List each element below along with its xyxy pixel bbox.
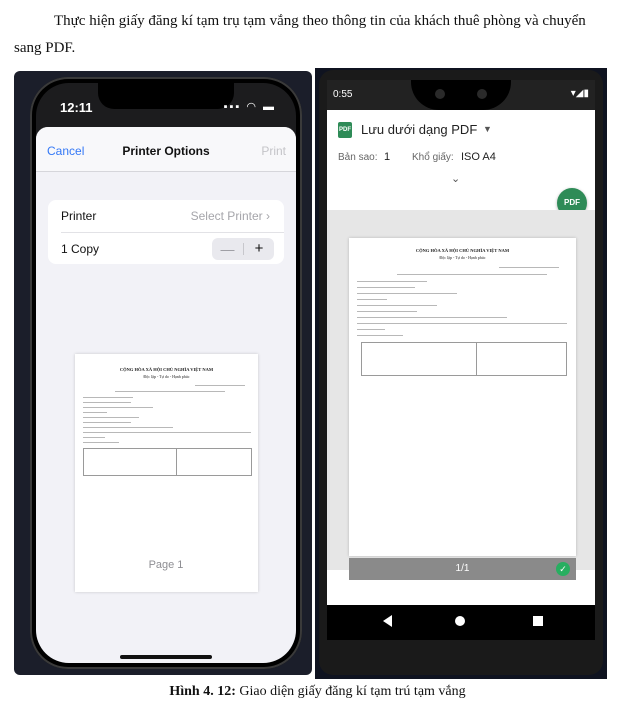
doc-heading: CỘNG HÒA XÃ HỘI CHỦ NGHĨA VIỆT NAM — [415, 248, 510, 253]
doc-table — [83, 448, 252, 476]
figure-caption: Hình 4. 12: Giao diện giấy đăng kí tạm t… — [0, 684, 635, 700]
print-preview-page[interactable]: CỘNG HÒA XÃ HỘI CHỦ NGHĨA VIỆT NAM Độc l… — [75, 354, 258, 592]
paper-size-value[interactable]: ISO A4 — [461, 151, 496, 163]
home-indicator — [120, 655, 212, 659]
expand-chevron-icon[interactable]: ⌄ — [451, 172, 460, 185]
android-frame: 0:55 ▾◢▮ PDF Lưu dưới dạng PDF ▼ Bản sao… — [319, 70, 603, 675]
paper-size-label: Khổ giấy: — [412, 152, 454, 163]
camera-cutout — [411, 80, 511, 110]
android-status-bar: 0:55 ▾◢▮ — [327, 80, 595, 110]
doc-subheading: Độc lập - Tự do - Hạnh phúc — [143, 374, 190, 379]
intro-text: Thực hiện giấy đăng kí tạm trụ tạm vắng … — [14, 13, 586, 56]
recents-icon[interactable] — [533, 616, 543, 626]
printer-options-group: Printer Select Printer › 1 Copy — + — [48, 200, 284, 264]
android-nav-bar — [327, 605, 595, 640]
caption-label: Hình 4. 12: — [169, 684, 236, 699]
pdf-icon: PDF — [338, 122, 352, 138]
printer-row[interactable]: Printer Select Printer › — [48, 200, 284, 233]
copies-label: 1 Copy — [61, 242, 100, 256]
printer-options-sheet: Cancel Printer Options Print Printer Sel… — [36, 127, 296, 663]
signal-icon: ▪▪▪ — [223, 101, 242, 113]
print-preview-page[interactable]: CỘNG HÒA XÃ HỘI CHỦ NGHĨA VIỆT NAM Độc l… — [349, 238, 576, 556]
ios-screen: 12:11 ▪▪▪ ◠ ▬ Cancel Printer Options Pri… — [36, 83, 296, 663]
dropdown-caret-icon[interactable]: ▼ — [483, 124, 492, 134]
page-indicator: 1/1 — [455, 563, 470, 574]
back-icon[interactable] — [383, 615, 392, 627]
ios-status-bar: 12:11 ▪▪▪ ◠ ▬ — [36, 83, 296, 127]
copies-stepper: — + — [212, 238, 274, 260]
destination-select[interactable]: Lưu dưới dạng PDF — [361, 122, 477, 137]
caption-text: Giao diện giấy đăng kí tạm trú tạm vắng — [235, 684, 466, 699]
iphone-screenshot: 12:11 ▪▪▪ ◠ ▬ Cancel Printer Options Pri… — [14, 71, 312, 675]
page-indicator-bar: 1/1 ✓ — [349, 558, 576, 580]
battery-icon: ▬ — [263, 101, 276, 113]
doc-table — [361, 342, 567, 376]
iphone-frame: 12:11 ▪▪▪ ◠ ▬ Cancel Printer Options Pri… — [30, 77, 302, 669]
copies-value[interactable]: 1 — [384, 151, 390, 163]
print-settings-header: PDF Lưu dưới dạng PDF ▼ Bản sao: 1 Khổ g… — [327, 110, 595, 218]
print-button[interactable]: Print — [261, 144, 286, 158]
copies-label: Bản sao: — [338, 152, 378, 163]
copies-row: 1 Copy — + — [48, 233, 284, 265]
doc-subheading: Độc lập - Tự do - Hạnh phúc — [439, 255, 486, 260]
decrement-button[interactable]: — — [212, 238, 243, 260]
android-screen: 0:55 ▾◢▮ PDF Lưu dưới dạng PDF ▼ Bản sao… — [327, 80, 595, 640]
android-screenshot: 0:55 ▾◢▮ PDF Lưu dưới dạng PDF ▼ Bản sao… — [315, 68, 607, 679]
ios-nav-bar: Cancel Printer Options Print — [36, 127, 296, 172]
print-preview-area: CỘNG HÒA XÃ HỘI CHỦ NGHĨA VIỆT NAM Độc l… — [327, 210, 595, 580]
page-label: Page 1 — [148, 559, 184, 571]
chevron-right-icon: › — [266, 209, 270, 223]
doc-heading: CỘNG HÒA XÃ HỘI CHỦ NGHĨA VIỆT NAM — [119, 367, 214, 372]
sheet-title: Printer Options — [122, 144, 210, 158]
wifi-icon: ◠ — [246, 101, 258, 113]
android-status-time: 0:55 — [333, 89, 353, 100]
check-icon[interactable]: ✓ — [556, 562, 570, 576]
ios-status-time: 12:11 — [60, 100, 93, 115]
printer-label: Printer — [61, 209, 97, 223]
printer-value: Select Printer — [190, 209, 263, 223]
home-icon[interactable] — [455, 616, 465, 626]
ios-notch — [98, 83, 234, 109]
increment-button[interactable]: + — [244, 238, 274, 260]
battery-icon: ▮ — [583, 88, 589, 99]
intro-paragraph: Thực hiện giấy đăng kí tạm trụ tạm vắng … — [14, 8, 614, 62]
